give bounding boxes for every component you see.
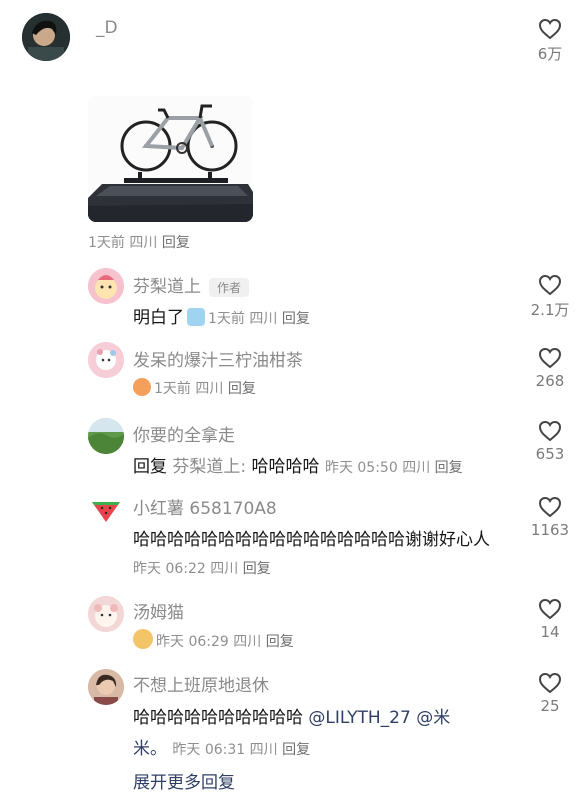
like-count: 6万	[537, 45, 563, 63]
like-count: 1163	[530, 521, 570, 539]
username[interactable]: 小红薯 658170A8	[133, 494, 277, 519]
comment-meta: 昨天 06:22 四川 回复	[133, 561, 271, 577]
username[interactable]: 芬梨道上 作者	[133, 272, 250, 297]
reply-button[interactable]: 回复	[282, 311, 310, 327]
reply-text: 哈哈哈哈哈哈哈哈哈哈哈哈哈哈哈哈谢谢好心人	[133, 530, 490, 550]
like-button[interactable]: 2.1万	[520, 274, 580, 320]
username[interactable]: 发呆的爆汁三柠油柑茶	[133, 346, 303, 371]
like-count: 268	[535, 372, 565, 390]
reply-button[interactable]: 回复	[282, 742, 310, 758]
reply-text: 回复 芬梨道上: 哈哈哈哈 昨天 05:50 四川 回复	[133, 457, 463, 477]
reply-button[interactable]: 回复	[435, 460, 463, 476]
author-badge: 作者	[209, 277, 250, 297]
mention-link[interactable]: 米。	[133, 739, 167, 759]
like-count: 2.1万	[530, 301, 570, 319]
avatar[interactable]	[22, 13, 70, 61]
reply-text-continued: 米。 昨天 06:31 四川 回复	[133, 734, 310, 759]
like-button[interactable]: 14	[520, 598, 580, 641]
like-count: 14	[540, 623, 560, 641]
reply-button[interactable]: 回复	[162, 235, 190, 251]
reply-button[interactable]: 回复	[266, 634, 294, 650]
username[interactable]: 你要的全拿走	[133, 421, 235, 446]
like-button[interactable]: 1163	[520, 496, 580, 539]
comment-meta: 昨天 06:31 四川 回复	[172, 742, 311, 758]
crying-emoji-icon	[187, 308, 205, 326]
mention-link[interactable]: @LILYTH_27	[308, 708, 410, 728]
comment-meta: 1天前 四川 回复	[208, 311, 310, 327]
reply-to-user[interactable]: 芬梨道上:	[172, 457, 246, 477]
heart-outline-icon	[538, 18, 562, 40]
avatar[interactable]	[88, 669, 124, 705]
heart-outline-icon	[538, 347, 562, 369]
comment-meta: 昨天 05:50 四川 回复	[324, 460, 463, 476]
username[interactable]: _D	[96, 18, 118, 38]
like-button[interactable]: 268	[520, 347, 580, 390]
like-button[interactable]: 6万	[520, 18, 580, 64]
reply-button[interactable]: 回复	[243, 561, 271, 577]
username[interactable]: 不想上班原地退休	[133, 671, 269, 696]
expand-more-replies-button[interactable]: 展开更多回复	[133, 768, 235, 793]
comment-image[interactable]	[88, 96, 253, 222]
avatar[interactable]	[88, 596, 124, 632]
crying-emoji-icon	[133, 378, 151, 396]
heart-outline-icon	[538, 598, 562, 620]
avatar[interactable]	[88, 418, 124, 454]
like-count: 25	[540, 697, 560, 715]
avatar[interactable]	[88, 342, 124, 378]
mention-link[interactable]: @米	[416, 708, 450, 728]
heart-outline-icon	[538, 274, 562, 296]
like-button[interactable]: 653	[520, 420, 580, 463]
avatar[interactable]	[88, 492, 124, 528]
smile-emoji-icon	[133, 629, 153, 649]
heart-outline-icon	[538, 496, 562, 518]
comment-meta: 1天前 四川 回复	[133, 378, 256, 398]
reply-text: 明白了 1天前 四川 回复	[133, 308, 310, 328]
heart-outline-icon	[538, 672, 562, 694]
comment-meta: 1天前 四川 回复	[88, 235, 190, 251]
reply-text: 哈哈哈哈哈哈哈哈哈哈 @LILYTH_27 @米	[133, 708, 451, 728]
avatar[interactable]	[88, 268, 124, 304]
like-button[interactable]: 25	[520, 672, 580, 715]
comment-meta: 昨天 06:29 四川 回复	[133, 629, 294, 651]
heart-outline-icon	[538, 420, 562, 442]
like-count: 653	[535, 445, 565, 463]
username[interactable]: 汤姆猫	[133, 598, 184, 623]
reply-button[interactable]: 回复	[228, 381, 256, 397]
